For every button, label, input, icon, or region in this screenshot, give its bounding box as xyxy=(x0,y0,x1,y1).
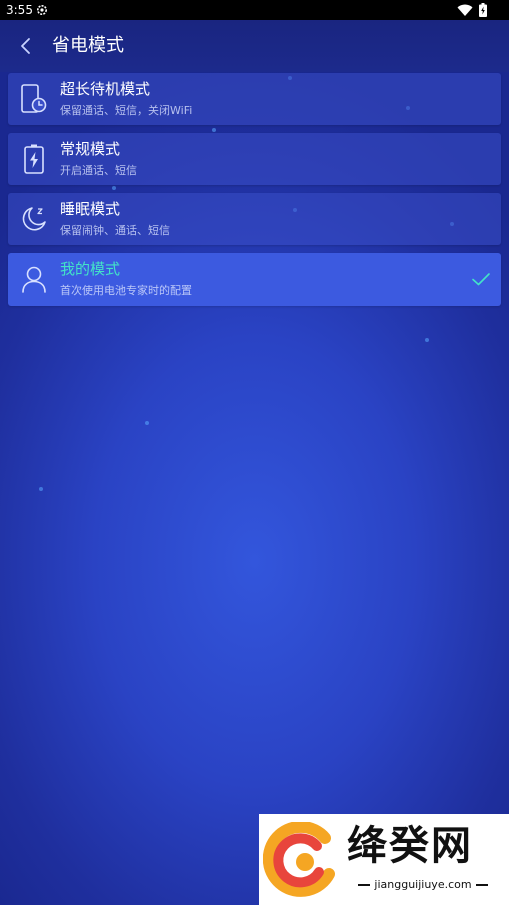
watermark-url-text: jiangguijiuye.com xyxy=(374,878,472,891)
mode-subtitle: 开启通话、短信 xyxy=(60,164,137,177)
phone-clock-icon xyxy=(18,83,50,115)
mode-title: 常规模式 xyxy=(60,140,121,158)
watermark-name: 绛癸网 xyxy=(347,823,473,869)
mode-list: 超长待机模式 保留通话、短信，关闭WiFi 常规模式 开启通话、短信 睡眠模式 … xyxy=(8,73,501,314)
moon-icon xyxy=(18,203,50,235)
battery-icon xyxy=(479,3,487,17)
mode-title: 超长待机模式 xyxy=(60,80,151,98)
user-icon xyxy=(18,263,50,295)
check-icon xyxy=(472,273,490,286)
mode-subtitle: 首次使用电池专家时的配置 xyxy=(60,284,192,297)
gear-icon xyxy=(37,5,47,15)
app-header: 省电模式 xyxy=(0,20,509,72)
status-time: 3:55 xyxy=(6,3,33,17)
background-speck xyxy=(39,487,43,491)
battery-charging-icon xyxy=(18,143,50,175)
mode-item-my-mode[interactable]: 我的模式 首次使用电池专家时的配置 xyxy=(8,253,501,306)
background-speck xyxy=(425,338,429,342)
status-bar: 3:55 xyxy=(0,0,509,20)
watermark: 绛癸网 jiangguijiuye.com xyxy=(259,814,509,905)
mode-item-ultra-standby[interactable]: 超长待机模式 保留通话、短信，关闭WiFi xyxy=(8,73,501,125)
page-title: 省电模式 xyxy=(52,35,124,56)
mode-item-normal[interactable]: 常规模式 开启通话、短信 xyxy=(8,133,501,185)
mode-item-sleep[interactable]: 睡眠模式 保留闹钟、通话、短信 xyxy=(8,193,501,245)
mode-subtitle: 保留通话、短信，关闭WiFi xyxy=(60,104,193,117)
mode-title: 我的模式 xyxy=(60,260,121,278)
watermark-logo-icon xyxy=(263,822,335,897)
background-speck xyxy=(145,421,149,425)
mode-subtitle: 保留闹钟、通话、短信 xyxy=(60,224,170,237)
chevron-left-icon xyxy=(21,38,30,54)
back-button[interactable] xyxy=(14,34,38,58)
mode-title: 睡眠模式 xyxy=(60,200,121,218)
wifi-icon xyxy=(457,4,473,16)
watermark-url: jiangguijiuye.com xyxy=(343,878,503,892)
status-icons xyxy=(457,3,487,17)
